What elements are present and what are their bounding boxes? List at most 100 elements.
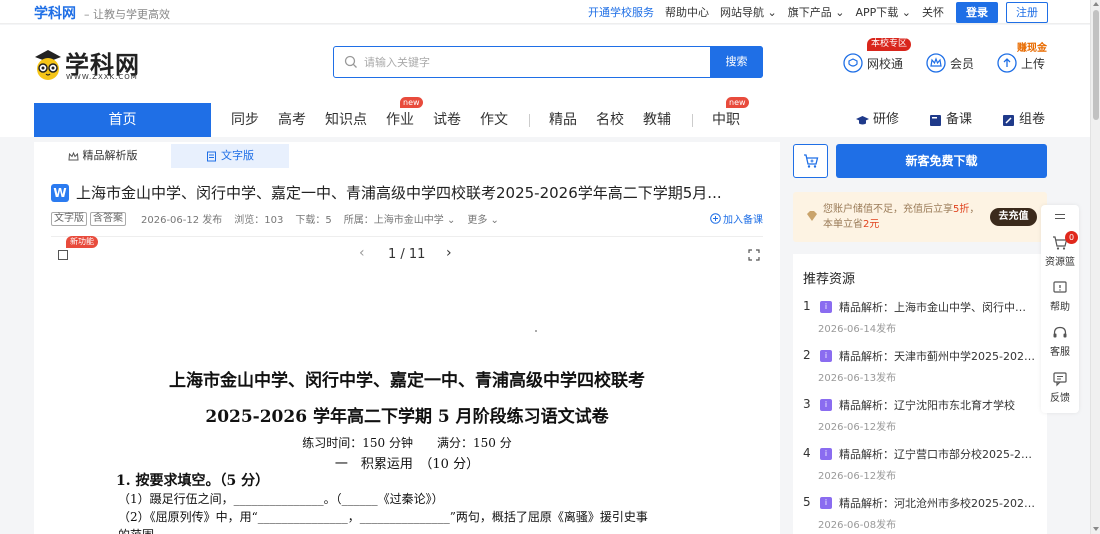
rec-item[interactable]: 1 ⅰ 精品解析：上海市金山中学、闵行中学、嘉定一中、青浦高级中学四校联考 20… (803, 299, 1041, 339)
help-button[interactable]: 帮助 (1041, 280, 1079, 313)
products-link[interactable]: 旗下产品 ⌄ (788, 4, 845, 20)
add-to-cart-button[interactable] (793, 144, 828, 178)
main-nav: 首页 同步 高考 知识点 作业 new 试卷 作文 精品 名校 教辅 中职 ne… (34, 97, 1054, 137)
tab-premium-analysis[interactable]: 精品解析版 (34, 144, 171, 168)
search-box: 搜索 (333, 46, 763, 78)
register-button[interactable]: 注册 (1006, 1, 1048, 23)
divider (51, 236, 763, 237)
customer-service-label: 客服 (1050, 347, 1070, 358)
rec-item-title: 精品解析：辽宁沈阳市东北育才学校 (839, 399, 1015, 412)
help-icon (1053, 281, 1067, 293)
notice-text: 您账户储值不足，充值后立享5折，本单立省2元 (823, 202, 983, 232)
resource-basket-label: 资源篮 (1045, 257, 1075, 268)
nav-compose-paper-label: 组卷 (1019, 112, 1046, 127)
school-zone-tag: 本校专区 (867, 38, 912, 51)
rec-item-date: 2026-06-12发布 (818, 422, 897, 433)
search-icon (344, 55, 357, 68)
rec-item-number: 3 (803, 397, 811, 411)
app-download-link[interactable]: APP下载 ⌄ (855, 4, 911, 20)
rec-item[interactable]: 3 ⅰ 精品解析：辽宁沈阳市东北育才学校 2026-06-12发布 (803, 397, 1041, 437)
rec-title: 推荐资源 (803, 272, 856, 287)
rec-item-title: 精品解析：天津市蓟州中学2025-2026学年高二下学期 (839, 350, 1035, 363)
nav-research[interactable]: 研修 (856, 103, 899, 137)
login-button[interactable]: 登录 (956, 1, 998, 23)
top-brand[interactable]: 学科网 (34, 3, 76, 23)
nav-item-sync[interactable]: 同步 (231, 103, 259, 137)
feedback-button[interactable]: 反馈 (1041, 371, 1079, 404)
school-link[interactable]: 网校通 (843, 53, 903, 73)
discount-text: 5折 (953, 204, 970, 215)
scan-dot (535, 330, 537, 332)
rec-item-title: 精品解析：河北沧州市多校2025-2026学年 (839, 497, 1035, 510)
add-to-prep-link[interactable]: 加入备课 (710, 211, 763, 226)
sidebar-toggle-icon[interactable] (58, 250, 68, 260)
new-feature-badge: 新功能 (66, 236, 98, 248)
site-logo[interactable]: 学科网 WWW.ZXXK.COM (33, 43, 143, 85)
rec-item-date: 2026-06-08发布 (818, 520, 897, 531)
school-service-link[interactable]: 开通学校服务 (588, 4, 654, 20)
top-links: 开通学校服务 帮助中心 网站导航 ⌄ 旗下产品 ⌄ APP下载 ⌄ 关怀 登录 … (577, 0, 1048, 24)
member-link[interactable]: 会员 (926, 53, 974, 73)
scroll-down-arrow[interactable] (1093, 527, 1099, 531)
nav-item-knowledge[interactable]: 知识点 (325, 103, 367, 137)
belongs-school-label: 所属：上海市金山中学 (343, 215, 444, 226)
crown-icon (67, 151, 79, 160)
page-scrollbar[interactable] (1090, 0, 1100, 534)
earn-cash-tag: 赚现金 (1017, 43, 1047, 54)
document-panel: 精品解析版 文字版 W 上海市金山中学、闵行中学、嘉定一中、青浦高级中学四校联考… (34, 142, 780, 534)
logo-subtext: WWW.ZXXK.COM (66, 73, 138, 81)
tab-text-version[interactable]: 文字版 (171, 144, 289, 168)
nav-compose-paper[interactable]: 组卷 (1002, 103, 1045, 137)
question-1: 1. 按要求填空。（5 分） (116, 473, 270, 489)
chevron-down-icon: ⌄ (443, 215, 456, 226)
care-mode-link[interactable]: 关怀 (922, 4, 944, 20)
nav-item-famous-school[interactable]: 名校 (596, 103, 624, 137)
upload-link[interactable]: 上传 (997, 53, 1045, 73)
recommended-resources: 推荐资源 1 ⅰ 精品解析：上海市金山中学、闵行中学、嘉定一中、青浦高级中学四校… (793, 254, 1047, 534)
chevron-down-icon: ⌄ (831, 6, 845, 19)
nav-item-gaokao[interactable]: 高考 (278, 103, 306, 137)
rec-item[interactable]: 2 ⅰ 精品解析：天津市蓟州中学2025-2026学年高二下学期 2026-06… (803, 348, 1041, 388)
customer-service-button[interactable]: 客服 (1041, 325, 1079, 358)
new-badge: new (726, 97, 749, 108)
premium-doc-icon: ⅰ (820, 497, 832, 509)
site-nav-link[interactable]: 网站导航 ⌄ (720, 4, 777, 20)
premium-doc-icon: ⅰ (820, 448, 832, 460)
nav-item-tutoring[interactable]: 教辅 (643, 103, 671, 137)
nav-item-vocational[interactable]: 中职 (712, 103, 740, 137)
next-page-button[interactable]: › (446, 245, 452, 261)
nav-home[interactable]: 首页 (34, 103, 211, 137)
more-label: 更多 (467, 215, 488, 226)
menu-icon[interactable] (1055, 214, 1065, 222)
rec-item-title: 精品解析：上海市金山中学、闵行中学、嘉定一中、青浦高级中学四校联考 (839, 301, 1035, 314)
member-link-label: 会员 (950, 56, 975, 71)
top-slogan: – 让教与学更高效 (84, 8, 170, 21)
prev-page-button[interactable]: ‹ (359, 245, 365, 261)
more-dropdown[interactable]: 更多 ⌄ (467, 211, 499, 226)
rec-item-title: 精品解析：辽宁营口市部分校2025-2026学年 (839, 448, 1035, 461)
cart-icon (804, 154, 819, 168)
floating-toolbar: 0 资源篮 帮助 客服 反馈 (1041, 205, 1079, 413)
save-amount: 2元 (863, 219, 880, 230)
free-download-button[interactable]: 新客免费下载 (836, 144, 1047, 178)
nav-item-papers[interactable]: 试卷 (433, 103, 461, 137)
nav-item-essay[interactable]: 作文 (480, 103, 508, 137)
rec-item[interactable]: 4 ⅰ 精品解析：辽宁营口市部分校2025-2026学年 2026-06-12发… (803, 446, 1041, 486)
recharge-button[interactable]: 去充值 (990, 208, 1037, 226)
question-line: 的范围。 (118, 526, 166, 534)
nav-item-homework[interactable]: 作业 (386, 103, 414, 137)
nav-item-premium[interactable]: 精品 (549, 103, 577, 137)
scroll-thumb[interactable] (1093, 10, 1099, 120)
top-bar: 学科网 – 让教与学更高效 开通学校服务 帮助中心 网站导航 ⌄ 旗下产品 ⌄ … (0, 0, 1090, 24)
nav-lesson-prep[interactable]: 备课 (929, 103, 972, 137)
search-input[interactable] (364, 47, 704, 77)
plus-circle-icon (710, 213, 721, 224)
belongs-school[interactable]: 所属：上海市金山中学 ⌄ (344, 211, 456, 226)
resource-basket-button[interactable]: 0 资源篮 (1041, 231, 1079, 268)
search-button[interactable]: 搜索 (710, 46, 763, 78)
rec-item[interactable]: 5 ⅰ 精品解析：河北沧州市多校2025-2026学年 2026-06-08发布 (803, 495, 1041, 531)
fullscreen-icon[interactable] (748, 249, 760, 261)
scroll-up-arrow[interactable] (1093, 2, 1099, 6)
shield-icon (843, 53, 863, 73)
help-center-link[interactable]: 帮助中心 (665, 4, 709, 20)
